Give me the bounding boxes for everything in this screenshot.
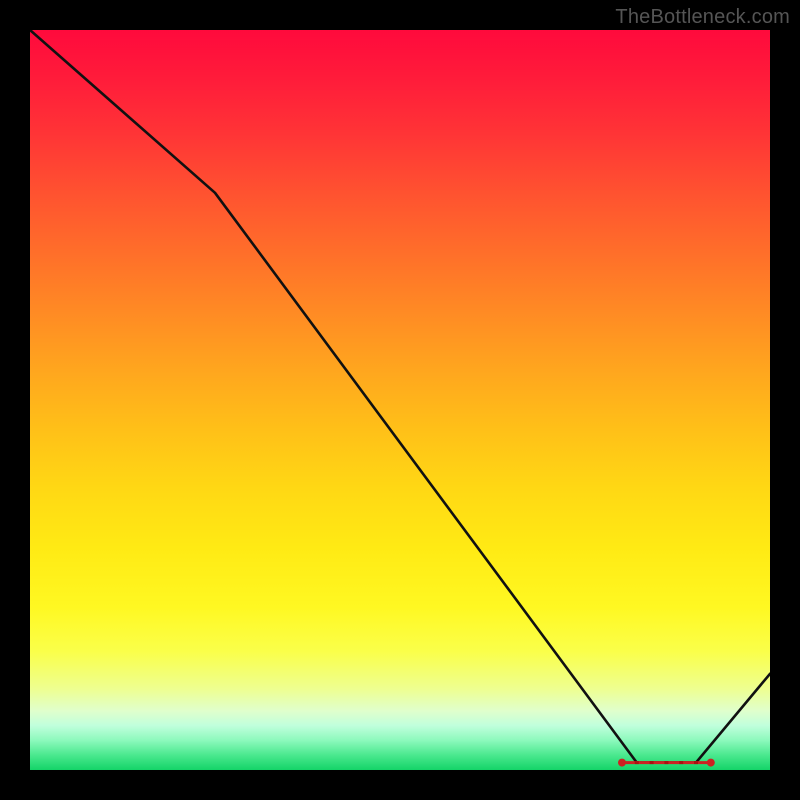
optimal-range-dot <box>618 759 626 767</box>
curve-layer <box>30 30 770 770</box>
optimal-range-tick <box>694 761 698 764</box>
optimal-range-tick <box>635 761 639 764</box>
attribution-label: TheBottleneck.com <box>615 6 790 29</box>
optimal-range-tick <box>650 761 654 764</box>
bottleneck-curve <box>30 30 770 763</box>
optimal-range-dot <box>707 759 715 767</box>
chart-frame: TheBottleneck.com <box>0 0 800 800</box>
optimal-range-markers <box>618 759 715 767</box>
plot-area <box>30 30 770 770</box>
optimal-range-tick <box>679 761 683 764</box>
optimal-range-tick <box>664 761 668 764</box>
